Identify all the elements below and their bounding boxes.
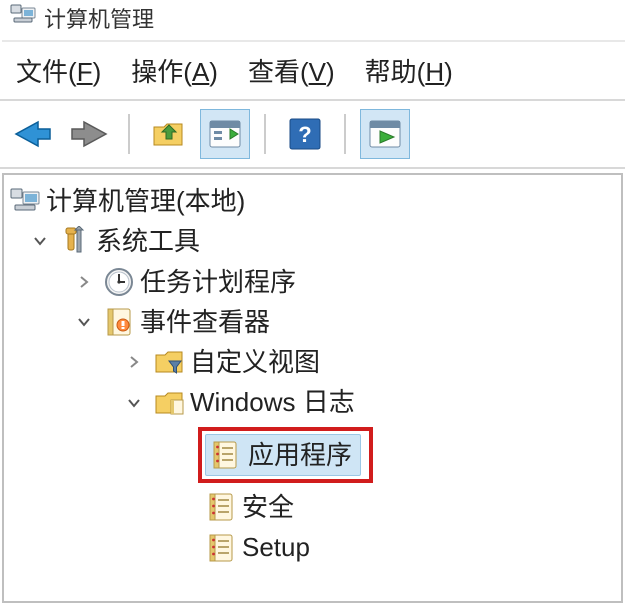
tree-system-tools[interactable]: 系统工具: [10, 221, 615, 261]
tree-root[interactable]: 计算机管理(本地): [10, 181, 615, 221]
tree-pane: 计算机管理(本地) 系统工具: [2, 173, 623, 603]
computer-mgmt-icon: [10, 186, 40, 216]
tree-label: 自定义视图: [190, 342, 320, 382]
menu-view[interactable]: 查看(V): [248, 52, 335, 89]
tree-label: 计算机管理(本地): [46, 181, 245, 221]
tree-label: Setup: [242, 527, 310, 567]
tree-event-viewer[interactable]: 事件查看器: [10, 302, 615, 342]
title-bar: 计算机管理: [0, 0, 625, 40]
menu-action[interactable]: 操作(A): [131, 52, 218, 89]
chevron-right-icon[interactable]: [72, 270, 96, 294]
chevron-down-icon[interactable]: [28, 229, 52, 253]
window-title: 计算机管理: [44, 2, 154, 34]
menu-bar: 文件(F) 操作(A) 查看(V) 帮助(H): [0, 42, 625, 99]
tree-label: 任务计划程序: [140, 262, 296, 302]
chevron-down-icon[interactable]: [122, 391, 146, 415]
nav-tree: 计算机管理(本地) 系统工具: [10, 181, 615, 568]
properties-button[interactable]: [200, 109, 250, 159]
folder-icon: [154, 388, 184, 418]
tree-task-scheduler[interactable]: 任务计划程序: [10, 262, 615, 302]
tree-label: Windows 日志: [190, 382, 355, 422]
highlight-annotation: 应用程序: [198, 427, 373, 483]
menu-help[interactable]: 帮助(H): [365, 52, 453, 89]
folder-filter-icon: [154, 347, 184, 377]
folder-up-button[interactable]: [144, 109, 194, 159]
help-button[interactable]: ?: [280, 109, 330, 159]
chevron-down-icon[interactable]: [72, 310, 96, 334]
tools-icon: [60, 226, 90, 256]
clock-icon: [104, 267, 134, 297]
forward-button[interactable]: [64, 109, 114, 159]
app-icon: [10, 4, 36, 32]
tree-label: 安全: [242, 487, 294, 527]
menu-file[interactable]: 文件(F): [16, 52, 101, 89]
chevron-right-icon[interactable]: [122, 350, 146, 374]
tree-windows-logs[interactable]: Windows 日志: [10, 382, 615, 422]
log-icon: [206, 533, 236, 563]
tree-custom-views[interactable]: 自定义视图: [10, 342, 615, 382]
log-icon: [210, 440, 240, 470]
svg-text:?: ?: [298, 122, 311, 147]
back-button[interactable]: [8, 109, 58, 159]
event-viewer-icon: [104, 307, 134, 337]
toolbar: ?: [0, 101, 625, 169]
tree-application[interactable]: 应用程序: [205, 434, 361, 476]
tree-label: 应用程序: [248, 435, 352, 475]
tree-label: 系统工具: [96, 221, 200, 261]
run-button[interactable]: [360, 109, 410, 159]
computer-management-window: 计算机管理 文件(F) 操作(A) 查看(V) 帮助(H): [0, 0, 625, 606]
tree-setup[interactable]: Setup: [10, 527, 615, 567]
tree-security[interactable]: 安全: [10, 487, 615, 527]
log-icon: [206, 492, 236, 522]
tree-label: 事件查看器: [140, 302, 270, 342]
